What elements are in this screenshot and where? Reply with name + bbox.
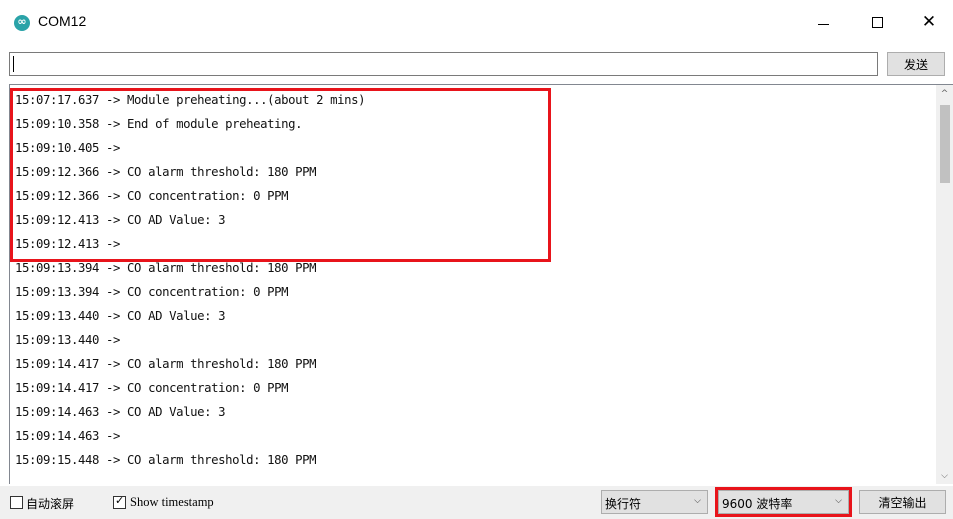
maximize-icon: [871, 16, 883, 28]
log-line: 15:09:13.440 -> CO AD Value: 3: [15, 309, 226, 323]
log-line: 15:09:12.413 -> CO AD Value: 3: [15, 213, 226, 227]
send-input[interactable]: [9, 52, 878, 76]
scroll-down-arrow-icon[interactable]: ⌵: [936, 467, 953, 484]
send-button[interactable]: 发送: [887, 52, 945, 76]
log-line: 15:09:10.405 ->: [15, 141, 128, 155]
log-line: 15:07:17.637 -> Module preheating...(abo…: [15, 93, 366, 107]
text-caret: [13, 56, 14, 72]
minimize-button[interactable]: [800, 0, 846, 44]
log-line: 15:09:10.358 -> End of module preheating…: [15, 117, 303, 131]
chevron-down-icon: ⌵: [694, 496, 701, 506]
log-line: 15:09:14.463 -> CO AD Value: 3: [15, 405, 226, 419]
log-line: 15:09:12.366 -> CO concentration: 0 PPM: [15, 189, 289, 203]
log-line: 15:09:13.440 ->: [15, 333, 128, 347]
title-bar: COM12 ✕: [0, 0, 953, 44]
log-line: 15:09:13.394 -> CO concentration: 0 PPM: [15, 285, 289, 299]
clear-output-button[interactable]: 清空输出: [859, 490, 946, 514]
timestamp-checkbox[interactable]: ✓: [113, 494, 126, 509]
close-button[interactable]: ✕: [906, 0, 952, 44]
timestamp-label: Show timestamp: [130, 495, 214, 509]
window-title: COM12: [38, 13, 87, 29]
maximize-button[interactable]: [854, 0, 900, 44]
check-icon: ✓: [115, 494, 125, 507]
close-icon: ✕: [921, 11, 937, 32]
autoscroll-checkbox[interactable]: [10, 496, 23, 509]
line-ending-value: 换行符: [605, 497, 642, 511]
line-ending-select[interactable]: 换行符 ⌵: [601, 490, 708, 514]
arduino-icon: [14, 14, 30, 31]
log-line: 15:09:14.463 ->: [15, 429, 128, 443]
scroll-up-arrow-icon[interactable]: ^: [936, 85, 953, 102]
log-line: 15:09:14.417 -> CO concentration: 0 PPM: [15, 381, 289, 395]
log-line: 15:09:13.394 -> CO alarm threshold: 180 …: [15, 261, 317, 275]
autoscroll-label: 自动滚屏: [26, 497, 75, 511]
log-line: 15:09:12.413 ->: [15, 237, 128, 251]
minimize-icon: [817, 23, 829, 25]
log-line: 15:09:15.448 -> CO alarm threshold: 180 …: [15, 453, 317, 467]
highlight-box-baud: [715, 487, 852, 517]
vertical-scrollbar[interactable]: ^ ⌵: [936, 85, 953, 484]
log-line: 15:09:12.366 -> CO alarm threshold: 180 …: [15, 165, 317, 179]
log-line: 15:09:14.417 -> CO alarm threshold: 180 …: [15, 357, 317, 371]
scroll-thumb[interactable]: [940, 105, 950, 183]
serial-output[interactable]: 15:07:17.637 -> Module preheating...(abo…: [9, 84, 953, 484]
